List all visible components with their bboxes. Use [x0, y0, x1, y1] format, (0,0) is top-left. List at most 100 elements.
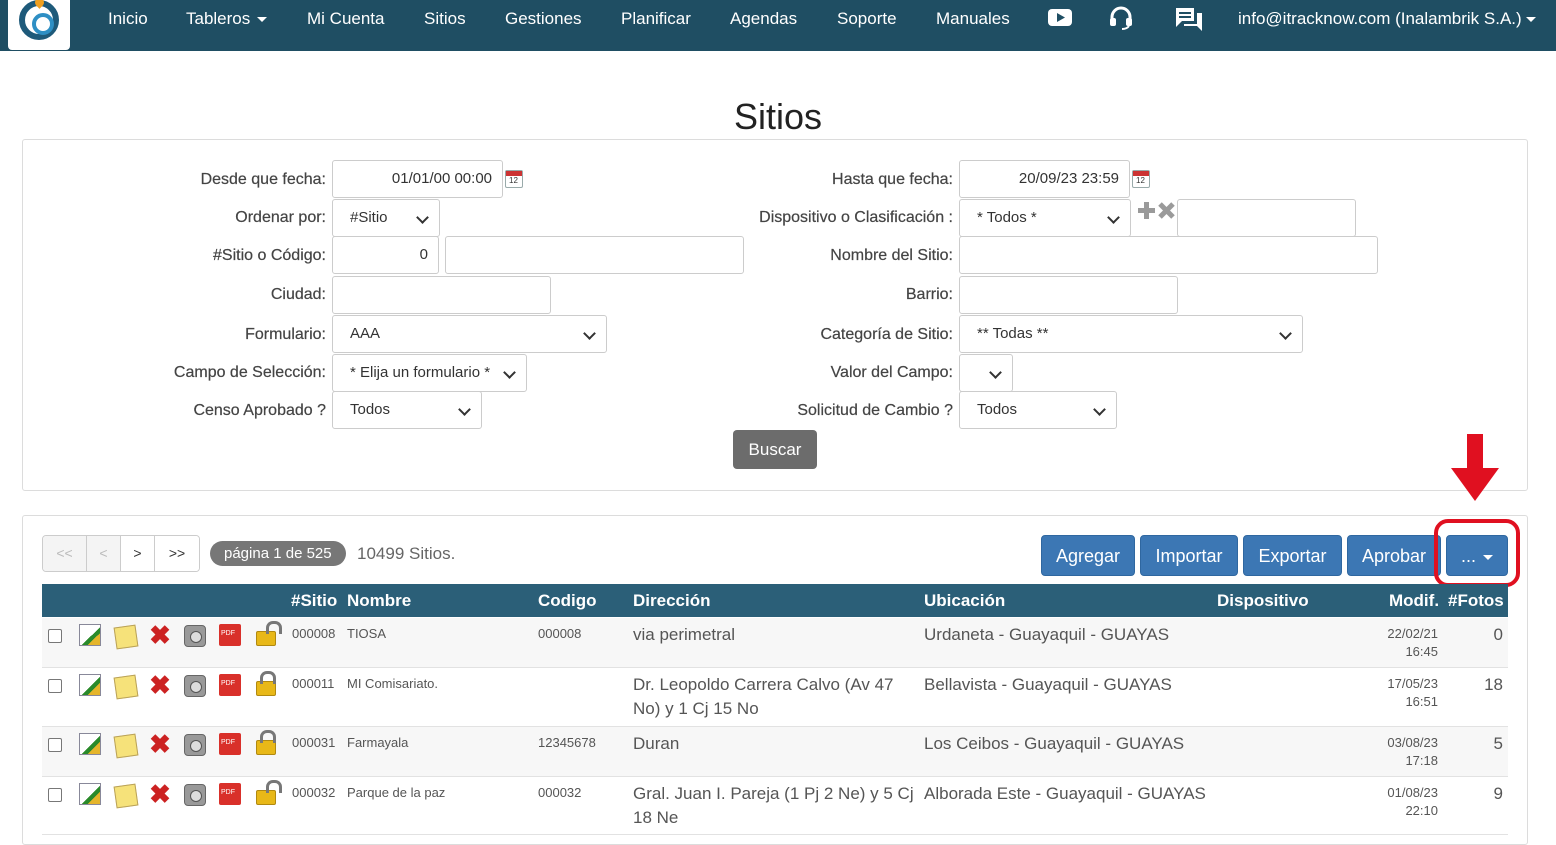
note-icon[interactable] — [113, 674, 139, 700]
modif-date: 03/08/23 — [1387, 735, 1438, 750]
modif-time: 17:18 — [1405, 753, 1438, 768]
importar-button[interactable]: Importar — [1140, 535, 1238, 576]
table-row: ✖ 000008 TIOSA 000008 via perimetral Urd… — [42, 618, 1508, 668]
camera-icon[interactable] — [184, 625, 206, 647]
last-page-button[interactable]: >> — [155, 536, 199, 571]
row-checkbox[interactable] — [48, 679, 62, 693]
cell-codigo: 000032 — [538, 785, 582, 800]
calendar-icon[interactable] — [505, 170, 523, 188]
formulario-select[interactable]: AAA — [332, 315, 607, 353]
cell-sitio: 000008 — [292, 626, 336, 641]
col-sitio[interactable]: #Sitio — [291, 591, 337, 611]
edit-icon[interactable] — [79, 624, 101, 646]
cell-direccion: via perimetral — [633, 623, 735, 647]
edit-icon[interactable] — [79, 733, 101, 755]
ciudad-input[interactable] — [332, 276, 551, 314]
first-page-button[interactable]: << — [43, 536, 87, 571]
col-direccion[interactable]: Dirección — [633, 591, 710, 611]
pdf-icon[interactable] — [219, 783, 241, 805]
edit-icon[interactable] — [79, 783, 101, 805]
modif-time: 22:10 — [1405, 803, 1438, 818]
row-checkbox[interactable] — [48, 738, 62, 752]
col-nombre[interactable]: Nombre — [347, 591, 411, 611]
add-icon[interactable] — [1137, 201, 1156, 225]
hasta-fecha-input[interactable]: 20/09/23 23:59 — [959, 160, 1130, 198]
pdf-icon[interactable] — [219, 733, 241, 755]
solicitud-select[interactable]: Todos — [959, 391, 1117, 429]
categoria-select[interactable]: ** Todas ** — [959, 315, 1303, 353]
lock-closed-icon[interactable] — [256, 671, 276, 696]
lock-open-icon[interactable] — [256, 780, 282, 805]
col-codigo[interactable]: Codigo — [538, 591, 597, 611]
lock-closed-icon[interactable] — [256, 730, 276, 755]
buscar-button[interactable]: Buscar — [733, 430, 817, 469]
codigo-input[interactable] — [445, 236, 744, 274]
table-row: ✖ 000032 Parque de la paz 000032 Gral. J… — [42, 777, 1508, 835]
categoria-label: Categoría de Sitio: — [820, 326, 953, 343]
nav-tableros-label: Tableros — [186, 9, 251, 28]
barrio-input[interactable] — [959, 276, 1178, 314]
chat-icon[interactable] — [1174, 6, 1204, 39]
note-icon[interactable] — [113, 733, 139, 759]
delete-icon[interactable]: ✖ — [149, 672, 171, 698]
delete-icon[interactable]: ✖ — [149, 731, 171, 757]
delete-icon[interactable]: ✖ — [149, 622, 171, 648]
cell-codigo: 000008 — [538, 626, 582, 641]
censo-select[interactable]: Todos — [332, 391, 482, 429]
prev-page-button[interactable]: < — [87, 536, 121, 571]
dispositivo-select[interactable]: * Todos * — [959, 199, 1131, 237]
lock-open-icon[interactable] — [256, 621, 282, 646]
nav-tableros[interactable]: Tableros — [186, 9, 268, 29]
col-ubicacion[interactable]: Ubicación — [924, 591, 1005, 611]
camera-icon[interactable] — [184, 784, 206, 806]
nombre-sitio-input[interactable] — [959, 236, 1378, 274]
col-fotos[interactable]: #Fotos — [1448, 591, 1504, 611]
cell-modif: 22/02/21 16:45 — [1387, 626, 1438, 659]
sitio-numero-input[interactable]: 0 — [332, 236, 439, 274]
row-checkbox[interactable] — [48, 788, 62, 802]
app-logo[interactable] — [8, 0, 70, 50]
next-page-button[interactable]: > — [121, 536, 155, 571]
note-icon[interactable] — [113, 783, 139, 809]
valor-campo-select[interactable] — [959, 354, 1013, 392]
nav-planificar[interactable]: Planificar — [621, 9, 691, 29]
cell-ubicacion: Alborada Este - Guayaquil - GUAYAS — [924, 784, 1206, 803]
delete-icon[interactable]: ✖ — [149, 781, 171, 807]
campo-seleccion-select[interactable]: * Elija un formulario * — [332, 354, 527, 392]
camera-icon[interactable] — [184, 675, 206, 697]
col-dispositivo[interactable]: Dispositivo — [1217, 591, 1309, 611]
cell-nombre: TIOSA — [347, 626, 387, 641]
edit-icon[interactable] — [79, 674, 101, 696]
top-navbar: Inicio Tableros Mi Cuenta Sitios Gestion… — [0, 0, 1556, 51]
pdf-icon[interactable] — [219, 674, 241, 696]
row-checkbox[interactable] — [48, 629, 62, 643]
chevron-down-icon — [257, 17, 268, 23]
remove-icon[interactable] — [1157, 201, 1176, 225]
agregar-button[interactable]: Agregar — [1041, 535, 1135, 576]
nav-soporte[interactable]: Soporte — [837, 9, 897, 29]
headset-icon[interactable] — [1108, 6, 1134, 35]
note-icon[interactable] — [113, 624, 139, 650]
aprobar-button[interactable]: Aprobar — [1347, 535, 1441, 576]
user-menu[interactable]: info@itracknow.com (Inalambrik S.A.) — [1238, 9, 1536, 29]
user-email: info@itracknow.com (Inalambrik S.A.) — [1238, 9, 1522, 28]
ordenar-select[interactable]: #Sitio — [332, 199, 440, 237]
youtube-icon[interactable] — [1048, 9, 1072, 32]
nav-gestiones[interactable]: Gestiones — [505, 9, 582, 29]
nav-mi-cuenta[interactable]: Mi Cuenta — [307, 9, 384, 29]
nombre-sitio-label: Nombre del Sitio: — [830, 247, 953, 264]
dispositivo-filter-input[interactable] — [1177, 199, 1356, 237]
pdf-icon[interactable] — [219, 624, 241, 646]
valor-campo-label: Valor del Campo: — [830, 364, 953, 381]
exportar-button[interactable]: Exportar — [1243, 535, 1342, 576]
cell-fotos: 5 — [1493, 734, 1503, 753]
nav-sitios[interactable]: Sitios — [424, 9, 466, 29]
camera-icon[interactable] — [184, 734, 206, 756]
calendar-icon[interactable] — [1132, 170, 1150, 188]
desde-label: Desde que fecha: — [200, 171, 326, 188]
desde-fecha-input[interactable]: 01/01/00 00:00 — [332, 160, 503, 198]
nav-manuales[interactable]: Manuales — [936, 9, 1010, 29]
nav-inicio[interactable]: Inicio — [108, 9, 148, 29]
col-modif[interactable]: Modif. — [1389, 591, 1439, 611]
nav-agendas[interactable]: Agendas — [730, 9, 797, 29]
